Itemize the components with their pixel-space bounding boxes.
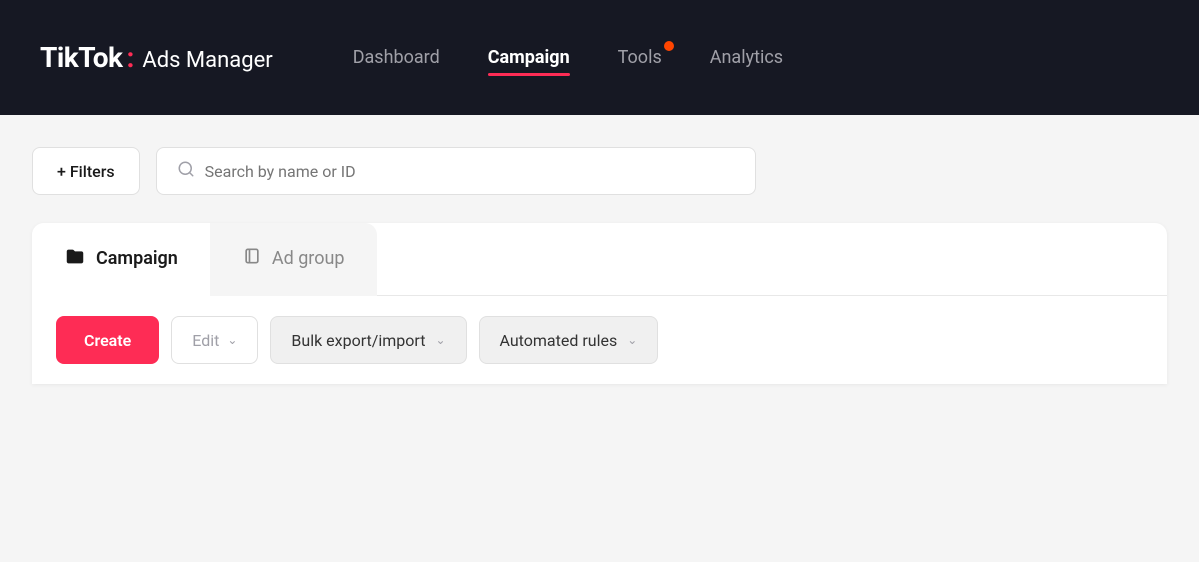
campaign-icon (64, 245, 86, 272)
tools-notification-dot (664, 41, 674, 51)
tab-ad-group[interactable]: Ad group (210, 223, 377, 296)
filter-button[interactable]: + Filters (32, 147, 140, 195)
tabs-section: Campaign Ad group Create Edit ⌄ (32, 223, 1167, 384)
search-icon (177, 160, 195, 182)
nav-dashboard[interactable]: Dashboard (353, 47, 440, 68)
edit-chevron-icon: ⌄ (227, 333, 237, 347)
nav-analytics[interactable]: Analytics (710, 47, 783, 68)
automated-rules-button[interactable]: Automated rules ⌄ (479, 316, 659, 364)
automated-chevron-icon: ⌄ (627, 333, 637, 347)
tab-campaign-label: Campaign (96, 248, 178, 269)
nav-tools[interactable]: Tools (618, 47, 662, 68)
logo-colon: : (126, 41, 134, 74)
filter-bar: + Filters (32, 147, 1167, 195)
navbar: TikTok : Ads Manager Dashboard Campaign … (0, 0, 1199, 115)
bulk-chevron-icon: ⌄ (435, 333, 445, 347)
logo-tiktok: TikTok (40, 41, 122, 74)
nav-links: Dashboard Campaign Tools Analytics (353, 47, 783, 68)
ad-group-icon (242, 246, 262, 271)
edit-button[interactable]: Edit ⌄ (171, 316, 258, 364)
main-content: + Filters Campaign (0, 115, 1199, 416)
bulk-export-import-button[interactable]: Bulk export/import ⌄ (270, 316, 466, 364)
tab-ad-group-label: Ad group (272, 248, 345, 269)
action-bar: Create Edit ⌄ Bulk export/import ⌄ Autom… (32, 296, 1167, 384)
search-box (156, 147, 756, 195)
search-input[interactable] (205, 162, 735, 181)
logo-ads-manager: Ads Manager (142, 48, 272, 73)
logo: TikTok : Ads Manager (40, 41, 273, 74)
nav-campaign[interactable]: Campaign (488, 47, 570, 68)
create-button[interactable]: Create (56, 316, 159, 364)
tabs-row: Campaign Ad group (32, 223, 1167, 296)
tab-campaign[interactable]: Campaign (32, 223, 210, 296)
